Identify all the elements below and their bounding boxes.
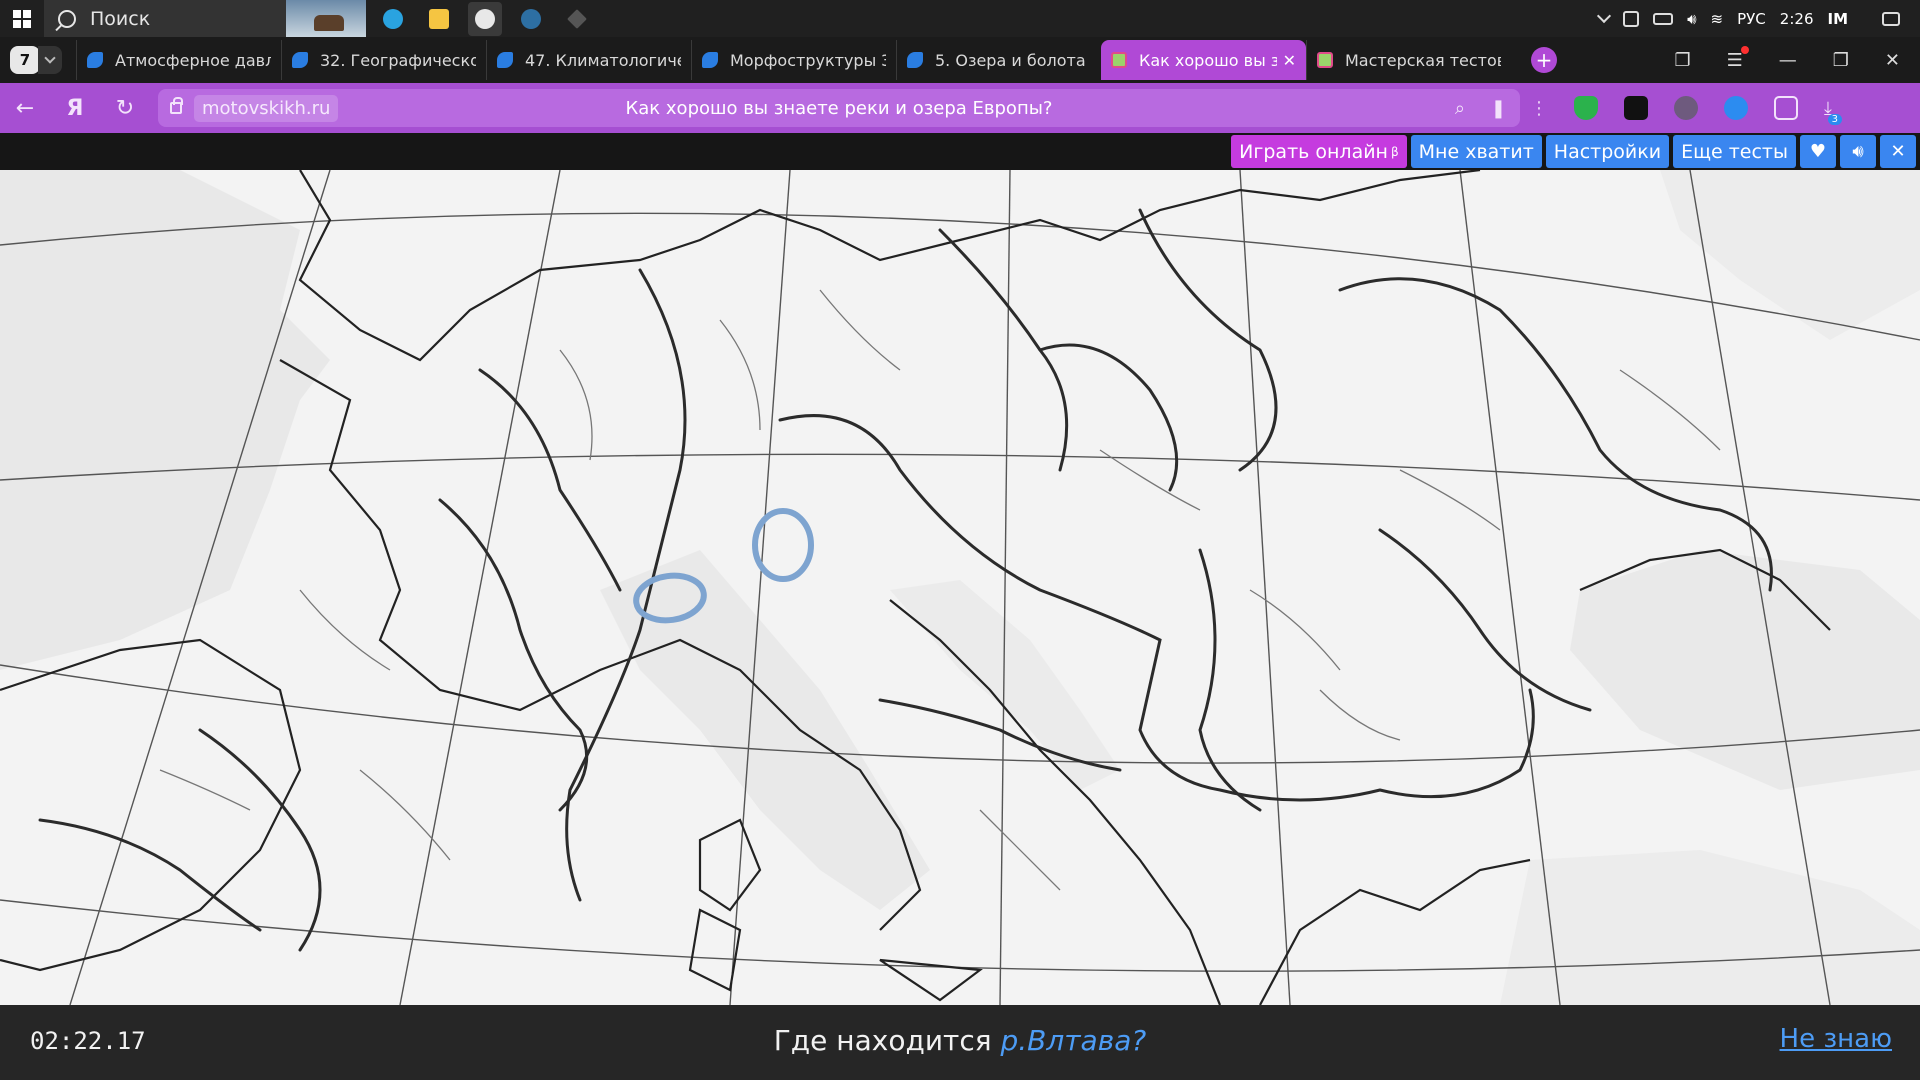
battery-icon[interactable] (1653, 12, 1674, 25)
site-favicon-icon (702, 52, 718, 68)
enough-button[interactable]: Мне хватит (1410, 135, 1542, 168)
tab-title: Мастерская тестов: (1345, 50, 1501, 70)
taskbar-search-label: Поиск (90, 7, 151, 30)
diamond-app-icon (567, 8, 587, 29)
close-tab-icon[interactable]: ✕ (1283, 51, 1296, 70)
tab-title: Атмосферное давле (115, 50, 271, 70)
adblock-shield-icon[interactable] (1574, 96, 1598, 120)
volume-icon[interactable]: 🔊︎ (1687, 10, 1696, 28)
clock[interactable]: 2:26 (1780, 10, 1814, 28)
search-highlight-image (286, 0, 366, 37)
app-button[interactable] (560, 2, 594, 36)
play-online-button[interactable]: Играть онлайн β (1231, 135, 1407, 168)
tab[interactable]: Мастерская тестов: (1306, 40, 1511, 80)
question-target: р.Влтава? (1000, 1024, 1147, 1057)
site-favicon-icon (292, 52, 308, 68)
vpn-globe-icon[interactable] (1674, 96, 1698, 120)
lock-icon (170, 97, 183, 114)
translate-extension-icon[interactable] (1724, 96, 1748, 120)
downloads-icon[interactable]: ⤓ 3 (1824, 98, 1842, 125)
tab-title: 47. Климатологичес (525, 50, 681, 70)
browser-tab-strip: 7 Атмосферное давле 32. Географическое 4… (0, 37, 1920, 83)
map-canvas[interactable] (0, 170, 1920, 1005)
quiz-toolbar: Играть онлайн β Мне хватит Настройки Еще … (0, 133, 1920, 170)
question-bar: 02:22.17 Где находится р.Влтава? Не знаю (0, 1005, 1920, 1080)
tray-overflow-chevron-icon[interactable] (1597, 8, 1612, 24)
site-favicon-icon (87, 52, 103, 68)
question-prefix: Где находится (773, 1024, 1001, 1057)
extension-icon[interactable] (1624, 96, 1648, 120)
tab-list-dropdown[interactable] (38, 46, 62, 74)
yandex-browser-app-button[interactable] (468, 1, 502, 36)
sound-icon[interactable]: 🔊︎ (1840, 135, 1876, 168)
site-favicon-icon (497, 52, 513, 68)
question-text: Где находится р.Влтава? (0, 1024, 1920, 1057)
settings-button[interactable]: Настройки (1545, 135, 1670, 168)
start-button[interactable] (0, 0, 44, 37)
file-explorer-app-button[interactable] (422, 2, 456, 36)
downloads-badge: 3 (1827, 113, 1842, 125)
folder-icon (429, 8, 449, 29)
close-quiz-icon[interactable]: ✕ (1880, 135, 1916, 168)
security-tray-icon[interactable] (1623, 10, 1640, 27)
telegram-icon (383, 8, 403, 29)
minimize-button[interactable]: — (1779, 50, 1797, 71)
heart-icon[interactable]: ♥ (1800, 135, 1836, 168)
windows-logo-icon (13, 9, 31, 28)
more-icon[interactable]: ⋮ (1530, 98, 1548, 119)
quiz-favicon-icon (1317, 52, 1333, 68)
more-tests-button[interactable]: Еще тесты (1673, 135, 1796, 168)
wallet-icon[interactable] (1774, 96, 1798, 120)
steam-icon (521, 8, 541, 29)
tab-title: 32. Географическое (320, 50, 476, 70)
tab-title: 5. Озера и болота (935, 50, 1086, 70)
language-indicator[interactable]: РУС (1737, 10, 1766, 28)
play-online-label: Играть онлайн (1239, 140, 1388, 163)
wifi-icon[interactable]: ≋ (1711, 10, 1724, 28)
tab[interactable]: Атмосферное давле (76, 40, 281, 80)
notifications-icon[interactable] (1882, 11, 1900, 26)
dont-know-link[interactable]: Не знаю (1780, 1024, 1892, 1054)
quiz-favicon-icon (1111, 52, 1127, 68)
url-domain: motovskikh.ru (194, 94, 339, 122)
site-favicon-icon (907, 52, 923, 68)
bookmark-icon[interactable]: ❚ (1491, 98, 1506, 119)
chevron-down-icon (44, 51, 56, 64)
collections-icon[interactable]: ❐ (1674, 50, 1690, 71)
url-field[interactable]: motovskikh.ru Как хорошо вы знаете реки … (158, 89, 1520, 127)
steam-app-button[interactable] (514, 2, 548, 36)
taskbar-search[interactable]: Поиск (44, 0, 366, 37)
restore-button[interactable]: ❐ (1833, 50, 1849, 71)
search-page-icon[interactable]: ⌕ (1455, 98, 1465, 119)
windows-taskbar: Поиск 🔊︎ ≋ РУС 2:26 ⅠⅯ (0, 0, 1920, 37)
menu-icon[interactable]: ☰ (1727, 45, 1749, 71)
tab[interactable]: 5. Озера и болота (896, 40, 1101, 80)
reload-button[interactable]: ↻ (100, 96, 150, 121)
address-bar: ← Я ↻ motovskikh.ru Как хорошо вы знаете… (0, 83, 1920, 133)
tab-active[interactable]: Как хорошо вы зн ✕ (1101, 40, 1306, 80)
back-button[interactable]: ← (0, 96, 50, 121)
yandex-home-button[interactable]: Я (50, 96, 100, 121)
beta-badge: β (1390, 144, 1399, 159)
tab[interactable]: Морфоструктуры Зе (691, 40, 896, 80)
new-tab-button[interactable]: + (1531, 47, 1557, 73)
tab-title: Как хорошо вы зн (1139, 50, 1277, 70)
tab[interactable]: 47. Климатологичес (486, 40, 691, 80)
tab-title: Морфоструктуры Зе (730, 50, 886, 70)
close-window-button[interactable]: ✕ (1885, 50, 1900, 71)
tab-count-badge[interactable]: 7 (10, 46, 40, 74)
tab[interactable]: 32. Географическое (281, 40, 486, 80)
yandex-browser-icon (475, 8, 495, 29)
search-icon (58, 9, 76, 28)
page-title: Как хорошо вы знаете реки и озера Европы… (625, 97, 1053, 119)
tray-app-icon[interactable]: ⅠⅯ (1827, 10, 1848, 28)
telegram-app-button[interactable] (376, 2, 410, 36)
europe-rivers-map[interactable] (0, 170, 1920, 1005)
